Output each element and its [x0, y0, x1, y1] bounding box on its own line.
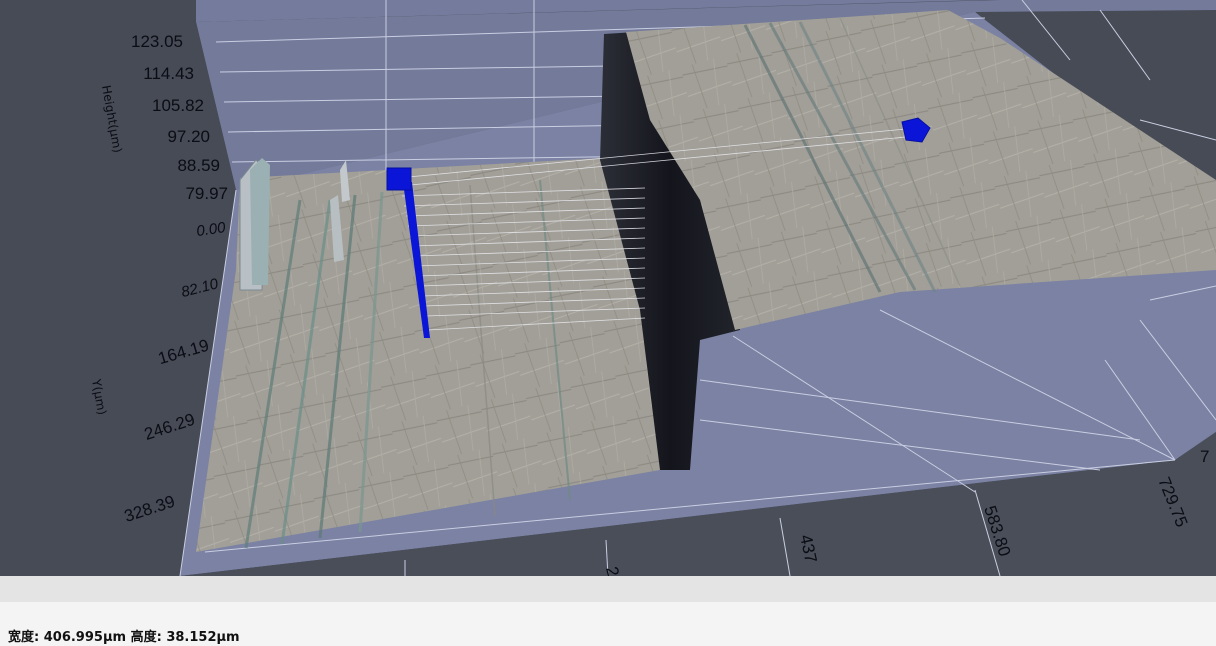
status-bar: 宽度: 406.995μm 高度: 38.152μm [0, 602, 1216, 646]
width-value: 406.995μm [43, 630, 127, 645]
3d-viewport[interactable]: Height(μm) 123.05 114.43 105.82 97.20 88… [0, 0, 1216, 576]
measurement-readout: 宽度: 406.995μm 高度: 38.152μm [8, 626, 240, 645]
width-label: 宽度: [8, 630, 40, 645]
height-label: 高度: [130, 630, 162, 645]
splitter[interactable] [0, 576, 1216, 602]
height-tick: 123.05 [131, 32, 183, 51]
height-tick: 105.82 [152, 96, 204, 115]
height-tick: 97.20 [167, 127, 210, 146]
height-value: 38.152μm [166, 630, 240, 645]
x-axis-tick: 7 [1200, 447, 1209, 466]
height-tick: 79.97 [185, 184, 228, 203]
height-tick: 88.59 [177, 156, 220, 175]
height-tick: 114.43 [143, 64, 194, 83]
3d-scene[interactable]: Height(μm) 123.05 114.43 105.82 97.20 88… [0, 0, 1216, 576]
